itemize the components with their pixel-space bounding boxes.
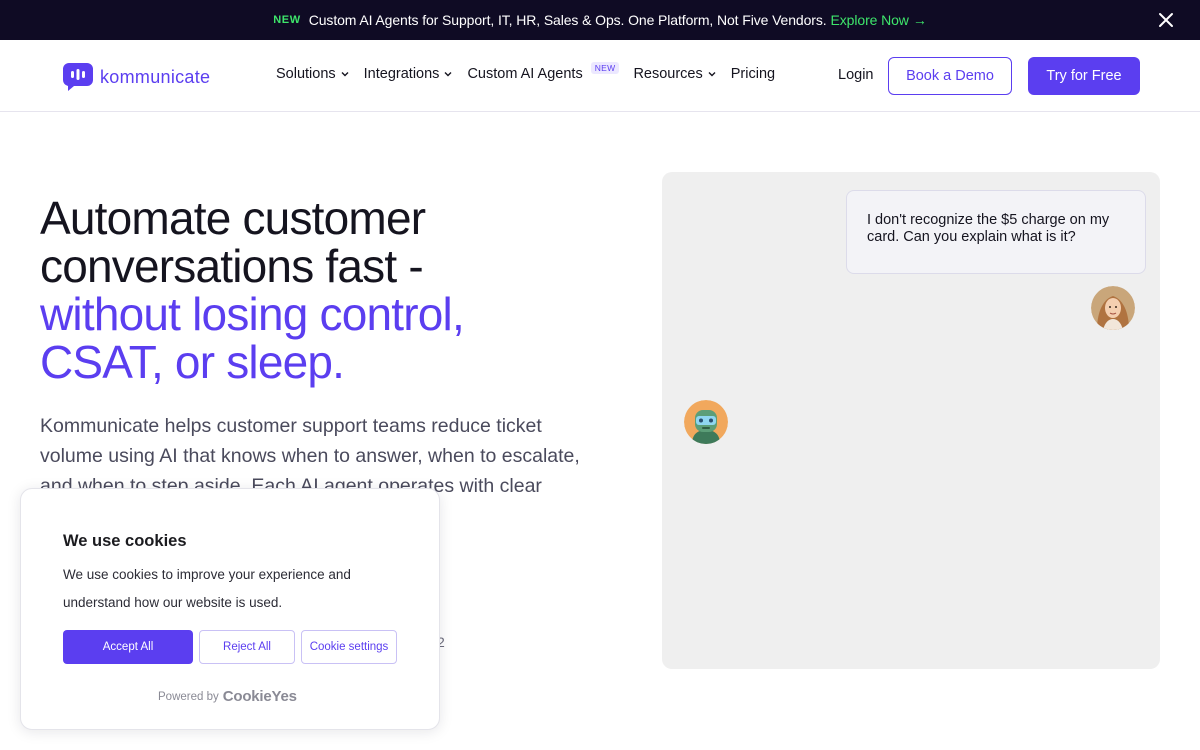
bot-avatar-icon — [684, 400, 728, 444]
nav-custom-ai-agents[interactable]: Custom AI Agents NEW — [467, 62, 620, 82]
logo[interactable]: kommunicate — [62, 62, 210, 92]
arrow-right-icon: → — [912, 12, 927, 28]
nav-integrations-label: Integrations — [363, 66, 440, 82]
new-badge: NEW — [590, 62, 620, 74]
site-header: kommunicate Solutions Integrations Custo… — [0, 40, 1200, 112]
chevron-down-icon — [708, 72, 716, 77]
user-message-bubble: I don't recognize the $5 charge on my ca… — [846, 190, 1146, 274]
announcement-message: Custom AI Agents for Support, IT, HR, Sa… — [308, 12, 827, 28]
user-avatar-icon — [1091, 286, 1135, 330]
reject-all-button[interactable]: Reject All — [199, 630, 295, 664]
hero-title-line-2: conversations fast - — [40, 240, 424, 292]
chevron-down-icon — [341, 72, 349, 77]
hero-title-line-1: Automate customer — [40, 192, 426, 244]
try-for-free-button[interactable]: Try for Free — [1028, 57, 1140, 95]
main-nav: Solutions Integrations Custom AI Agents … — [276, 62, 789, 82]
logo-icon — [62, 63, 93, 91]
nav-solutions-label: Solutions — [276, 66, 336, 82]
hero-title: Automate customer conversations fast - w… — [40, 194, 620, 386]
new-tag: NEW — [273, 14, 301, 26]
book-demo-button[interactable]: Book a Demo — [888, 57, 1012, 95]
nav-resources[interactable]: Resources — [633, 66, 716, 82]
cookieyes-logo: CookieYes — [222, 688, 297, 705]
nav-resources-label: Resources — [633, 66, 703, 82]
explore-now-label: Explore Now — [830, 12, 909, 28]
nav-solutions[interactable]: Solutions — [276, 66, 350, 82]
announcement-bar: NEW Custom AI Agents for Support, IT, HR… — [0, 0, 1200, 40]
cookie-title: We use cookies — [63, 532, 187, 550]
login-link[interactable]: Login — [838, 67, 873, 83]
cookie-settings-button[interactable]: Cookie settings — [301, 630, 397, 664]
nav-pricing[interactable]: Pricing — [731, 66, 775, 82]
nav-integrations[interactable]: Integrations — [364, 66, 454, 82]
logo-text: kommunicate — [100, 66, 211, 87]
hero-title-accent-line-1: without losing control, — [40, 288, 465, 340]
powered-by-label: Powered by — [158, 690, 219, 703]
close-icon[interactable] — [1156, 10, 1176, 30]
powered-by: Powered by CookieYes — [158, 688, 297, 705]
cookie-banner: We use cookies We use cookies to improve… — [20, 488, 440, 730]
chat-demo-panel: I don't recognize the $5 charge on my ca… — [662, 172, 1160, 669]
explore-now-link[interactable]: Explore Now → — [831, 12, 927, 28]
nav-custom-ai-agents-label: Custom AI Agents — [467, 66, 583, 82]
cookie-text: We use cookies to improve your experienc… — [63, 567, 351, 610]
hero-title-accent-line-2: CSAT, or sleep. — [40, 336, 345, 388]
chevron-down-icon — [444, 72, 452, 77]
nav-pricing-label: Pricing — [730, 66, 776, 82]
accept-all-button[interactable]: Accept All — [63, 630, 193, 664]
